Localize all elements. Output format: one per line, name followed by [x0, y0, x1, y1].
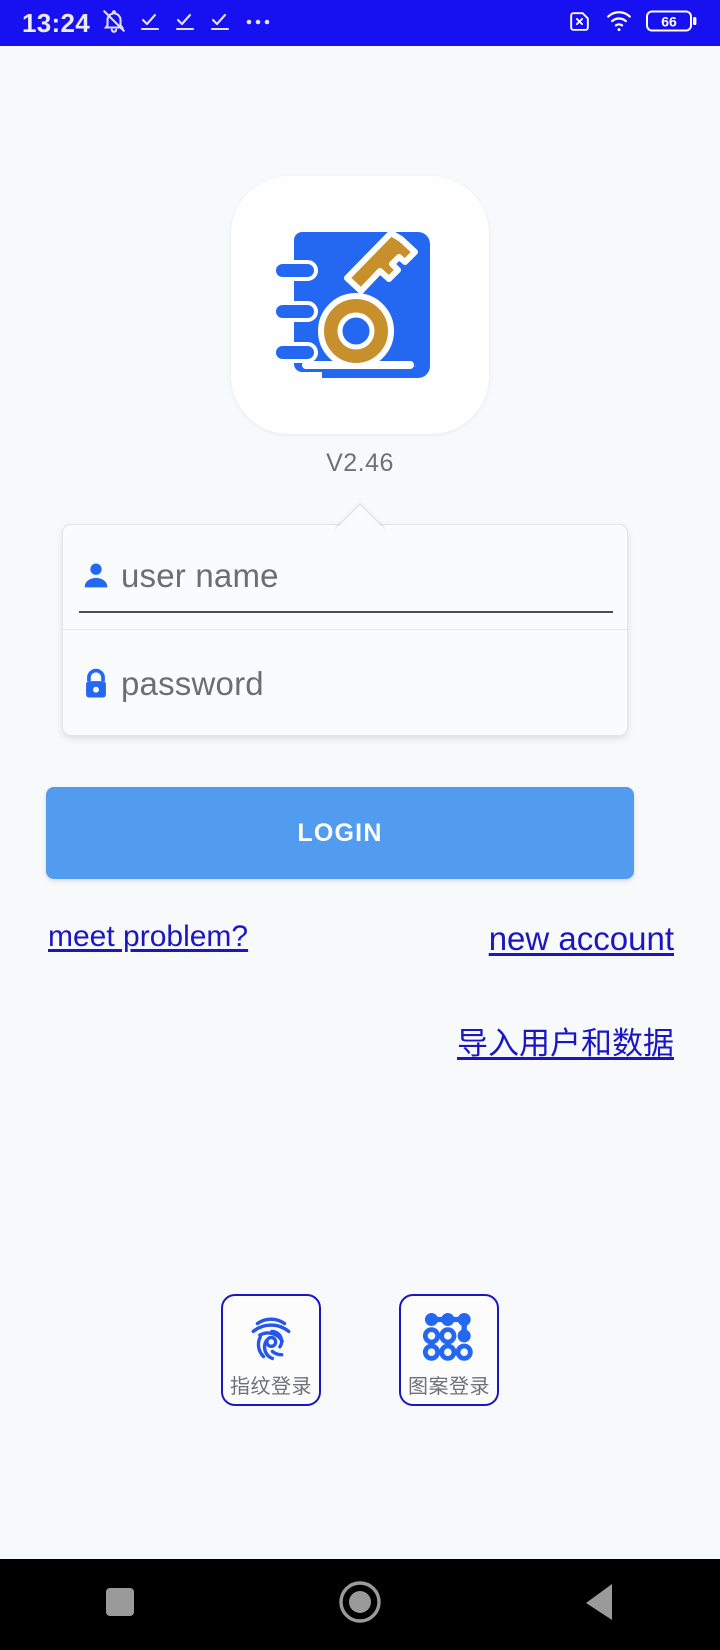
triangle-left-icon — [582, 1582, 618, 1627]
notebook-key-app-icon — [272, 230, 430, 378]
card-pointer — [336, 505, 384, 533]
username-placeholder: user name — [121, 557, 279, 594]
fingerprint-icon — [243, 1306, 299, 1368]
sim-card-off-icon — [567, 8, 592, 38]
task-check-icon — [208, 9, 232, 38]
meet-problem-link[interactable]: meet problem? — [48, 920, 248, 954]
pattern-login-label: 图案登录 — [408, 1376, 490, 1398]
system-navigation-bar — [0, 1559, 720, 1650]
password-placeholder: password — [121, 665, 264, 702]
biometric-login-row: 指纹登录 图案登录 — [0, 1294, 720, 1406]
wifi-icon — [605, 8, 633, 38]
fingerprint-login-label: 指纹登录 — [230, 1376, 312, 1398]
lock-icon — [79, 667, 113, 701]
new-account-link[interactable]: new account — [489, 920, 674, 958]
task-check-icon — [173, 9, 197, 38]
back-button[interactable] — [540, 1559, 660, 1650]
task-check-icon — [138, 9, 162, 38]
fingerprint-login-button[interactable]: 指纹登录 — [221, 1294, 321, 1406]
login-screen: 13:24 66 V2.46 user name password LOGIN … — [0, 0, 720, 1650]
pattern-login-button[interactable]: 图案登录 — [399, 1294, 499, 1406]
bell-muted-icon — [101, 8, 127, 39]
credentials-card: user name password — [62, 524, 629, 737]
home-button[interactable] — [300, 1559, 420, 1650]
battery-level: 66 — [661, 13, 677, 29]
password-field[interactable]: password — [63, 631, 629, 737]
circle-icon — [337, 1579, 383, 1630]
app-version: V2.46 — [326, 449, 394, 477]
import-data-link[interactable]: 导入用户和数据 — [457, 1018, 674, 1063]
more-ellipsis-icon — [243, 9, 273, 38]
person-icon — [79, 559, 113, 593]
status-bar-left: 13:24 — [22, 8, 567, 39]
status-time: 13:24 — [22, 7, 90, 38]
status-bar-right: 66 — [567, 8, 698, 39]
login-button[interactable]: LOGIN — [46, 787, 634, 879]
recents-button[interactable] — [60, 1559, 180, 1650]
status-bar: 13:24 66 — [0, 0, 720, 46]
app-logo — [231, 176, 489, 434]
pattern-lock-icon — [421, 1306, 477, 1368]
square-icon — [103, 1585, 137, 1624]
username-field[interactable]: user name — [63, 525, 629, 630]
battery-icon: 66 — [646, 8, 698, 39]
